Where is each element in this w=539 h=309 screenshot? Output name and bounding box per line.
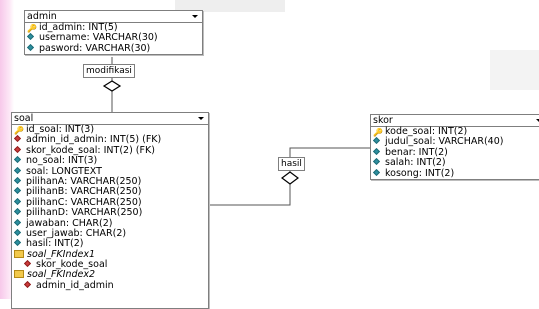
index-label: soal_FKIndex2 [27, 269, 96, 281]
column-label: id_admin: INT(5) [39, 22, 118, 33]
column-label: kosong: INT(2) [385, 167, 455, 179]
column-label: salah: INT(2) [385, 157, 446, 169]
table-name: admin [27, 11, 57, 22]
column-label: kode_soal: INT(2) [385, 126, 468, 137]
foreign-key-icon [13, 135, 22, 143]
index-icon [14, 270, 24, 279]
column-label: id_soal: INT(3) [26, 124, 95, 135]
column-label: pilihanD: VARCHAR(250) [26, 207, 143, 219]
column-icon [13, 166, 22, 175]
column-icon [13, 156, 22, 164]
column-icon [13, 218, 22, 227]
index-field-row[interactable]: admin_id_admin [12, 279, 208, 291]
column-icon [372, 158, 381, 166]
column-label: username: VARCHAR(30) [39, 32, 158, 44]
column-label: admin_id_admin: INT(5) (FK) [26, 134, 162, 146]
column-icon [13, 197, 22, 206]
column-icon [372, 168, 381, 177]
column-icon [13, 239, 22, 247]
column-label: judul_soal: VARCHAR(40) [385, 136, 504, 148]
chevron-down-icon[interactable] [198, 117, 204, 120]
column-row[interactable]: kosong: INT(2) [371, 167, 539, 179]
column-icon [372, 147, 381, 156]
index-field-label: skor_kode_soal [36, 259, 108, 271]
column-label: benar: INT(2) [385, 146, 448, 158]
column-label: hasil: INT(2) [26, 238, 84, 250]
column-icon [13, 208, 22, 216]
foreign-key-icon [23, 280, 32, 289]
column-icon [13, 228, 22, 237]
table-name: soal [14, 113, 34, 124]
foreign-key-icon [23, 260, 32, 268]
index-icon [14, 249, 24, 258]
table-skor[interactable]: skor 🔑 kode_soal: INT(2) judul_soal: VARC… [370, 114, 539, 180]
column-label: user_jawab: CHAR(2) [26, 227, 127, 239]
column-label: pilihanA: VARCHAR(250) [26, 175, 142, 187]
column-icon [13, 176, 22, 185]
relation-diamond-modifikasi [102, 80, 122, 92]
column-icon [26, 43, 35, 52]
column-label: jawaban: CHAR(2) [26, 217, 113, 229]
column-icon [372, 137, 381, 145]
foreign-key-icon [13, 145, 22, 154]
column-label: pilihanC: VARCHAR(250) [26, 196, 142, 208]
table-soal[interactable]: soal 🔑 id_soal: INT(3) admin_id_admin: IN… [11, 112, 209, 309]
table-admin[interactable]: admin 🔑 id_admin: INT(5) username: VARCHA… [24, 10, 203, 56]
column-label: no_soal: INT(3) [26, 155, 98, 167]
relation-diamond-hasil [281, 171, 299, 185]
index-field-label: admin_id_admin [36, 279, 114, 291]
relation-label-hasil: hasil [278, 157, 305, 171]
column-label: soal: LONGTEXT [26, 165, 102, 177]
column-icon [26, 33, 35, 41]
primary-key-icon: 🔑 [27, 24, 37, 33]
relation-label-modifikasi: modifikasi [83, 64, 135, 78]
primary-key-icon: 🔑 [14, 126, 24, 135]
index-label: soal_FKIndex1 [27, 248, 96, 260]
table-name: skor [373, 115, 393, 126]
chevron-down-icon[interactable] [192, 15, 198, 18]
column-label: pilihanB: VARCHAR(250) [26, 186, 142, 198]
column-label: pasword: VARCHAR(30) [39, 42, 151, 54]
column-icon [13, 187, 22, 195]
primary-key-icon: 🔑 [373, 128, 383, 137]
column-label: skor_kode_soal: INT(2) (FK) [26, 144, 155, 156]
column-row[interactable]: pasword: VARCHAR(30) [25, 42, 202, 54]
